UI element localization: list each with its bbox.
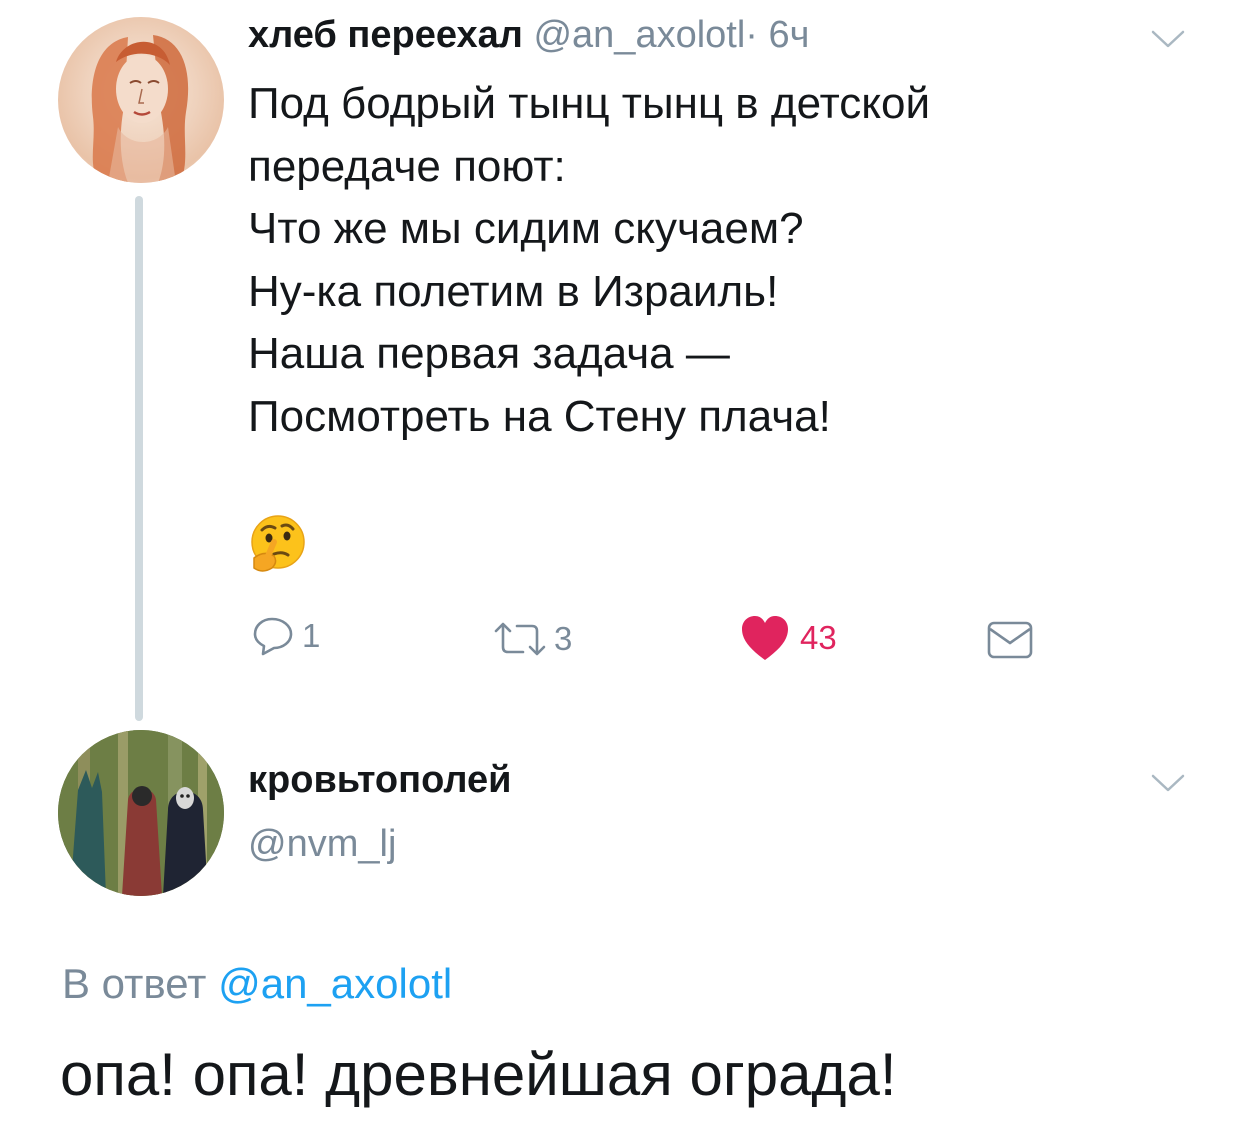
tweet-text-line: Посмотреть на Стену плача! [248,391,831,441]
chevron-down-icon[interactable] [1150,772,1186,794]
like-count: 43 [800,619,837,656]
reply-context: В ответ @an_axolotl [62,960,452,1008]
tweet-text-line: Что же мы сидим скучаем? [248,204,804,253]
reply-prefix: В ответ [62,960,207,1007]
display-name[interactable]: хлеб переехал [248,14,523,56]
tweet-text-line: Ну-ка полетим в Израиль! [248,266,779,316]
reply-to-mention[interactable]: @an_axolotl [218,960,452,1007]
reply-handle-line: @nvm_lj [248,821,396,867]
tweet-text-line: Под бодрый тынц тынц в детской [248,79,931,128]
direct-message-action[interactable] [987,620,1033,660]
handle[interactable]: @nvm_lj [248,823,396,865]
tweet-text-line: Наша первая задача — [248,329,730,378]
retweet-action[interactable]: 3 [492,620,572,658]
thread-line [135,196,143,721]
tweet-text: Под бодрый тынц тынц в детской передаче … [248,73,1148,448]
like-action[interactable]: 43 [740,614,837,662]
handle[interactable]: @an_axolotl [533,14,745,56]
timestamp[interactable]: 6ч [769,14,810,56]
reply-header: кровьтополей [248,757,512,803]
tweet-text-line: передаче поют: [248,141,566,191]
reply-count: 1 [302,617,321,654]
display-name[interactable]: кровьтополей [248,759,512,801]
tweet-header: хлеб переехал @an_axolotl· 6ч [248,12,809,58]
heart-icon [742,616,788,660]
avatar-portrait [91,35,189,183]
reply-icon [253,617,293,656]
avatar[interactable] [58,17,224,183]
thinking-face-emoji [248,514,308,574]
reply-text: опа! опа! древнейшая ограда! [60,1041,897,1108]
time-separator: · [745,14,758,56]
retweet-count: 3 [554,620,573,657]
chevron-down-icon[interactable] [1150,28,1186,50]
envelope-icon [987,621,1033,659]
retweet-icon [494,622,546,656]
thinking-face-icon [251,515,305,572]
avatar[interactable] [58,730,224,896]
reply-action[interactable]: 1 [252,616,320,656]
avatar-painting [58,730,224,896]
